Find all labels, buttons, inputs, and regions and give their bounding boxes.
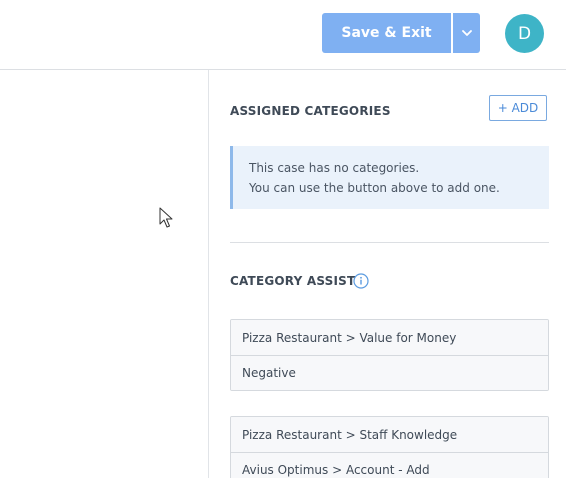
notice-line-1: This case has no categories. xyxy=(249,161,420,175)
no-categories-notice: This case has no categories. You can use… xyxy=(230,146,549,209)
suggestion-card[interactable]: Pizza Restaurant > Value for Money Negat… xyxy=(230,319,549,391)
categories-panel: ASSIGNED CATEGORIES + ADD This case has … xyxy=(209,70,566,478)
suggestion-sentiment: Avius Optimus > Account - Add xyxy=(231,452,548,478)
add-category-button[interactable]: + ADD xyxy=(489,95,547,121)
section-divider xyxy=(230,242,549,243)
suggestion-card[interactable]: Pizza Restaurant > Staff Knowledge Avius… xyxy=(230,416,549,478)
suggestion-category: Pizza Restaurant > Staff Knowledge xyxy=(231,417,548,452)
assigned-categories-title: ASSIGNED CATEGORIES xyxy=(230,104,391,118)
case-editor-page: Save & Exit D ASSIGNED CATEGORIES + ADD … xyxy=(0,0,566,478)
category-assist-title: CATEGORY ASSIST xyxy=(230,274,356,288)
suggestion-category: Pizza Restaurant > Value for Money xyxy=(231,320,548,355)
save-and-exit-button[interactable]: Save & Exit xyxy=(322,13,451,53)
mouse-cursor-icon xyxy=(159,207,173,228)
user-avatar[interactable]: D xyxy=(505,14,544,53)
suggestion-sentiment: Negative xyxy=(231,355,548,390)
chevron-down-icon xyxy=(461,30,472,36)
notice-line-2: You can use the button above to add one. xyxy=(249,181,500,195)
left-panel xyxy=(0,70,208,478)
save-options-dropdown-button[interactable] xyxy=(453,13,480,53)
info-icon[interactable] xyxy=(353,273,369,289)
top-bar: Save & Exit D xyxy=(0,0,566,70)
